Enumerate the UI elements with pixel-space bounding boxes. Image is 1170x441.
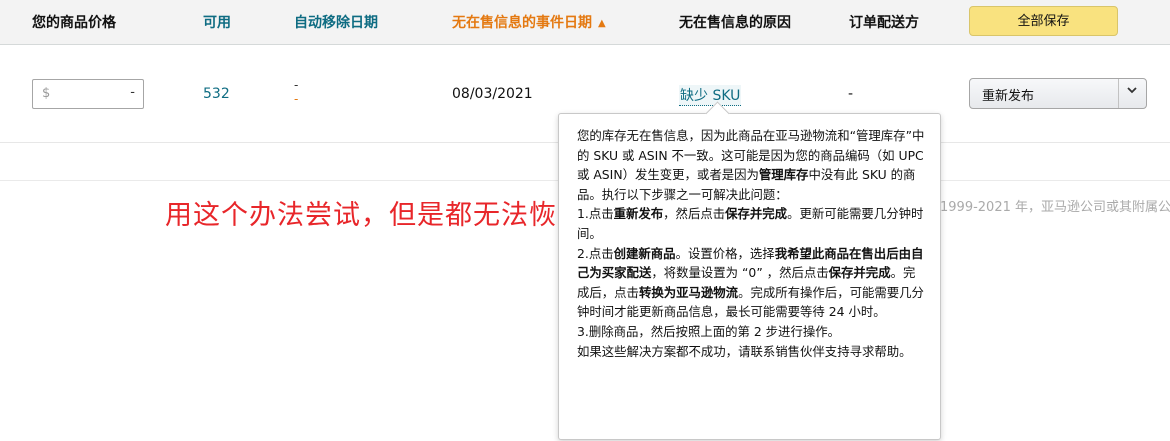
dropdown-divider bbox=[1118, 79, 1119, 108]
missing-sku-link[interactable]: 缺少 SKU bbox=[679, 85, 742, 106]
column-event-date[interactable]: 无在售信息的事件日期 ▲ bbox=[452, 12, 606, 32]
removal-date-secondary: - bbox=[294, 92, 299, 106]
column-removal-date[interactable]: 自动移除日期 bbox=[294, 12, 378, 32]
tooltip-step-3: 3.删除商品，然后按照上面的第 2 步进行操作。 bbox=[577, 323, 841, 339]
column-price: 您的商品价格 bbox=[32, 15, 116, 31]
removal-date: - - bbox=[294, 79, 304, 105]
column-event-date-label: 无在售信息的事件日期 bbox=[452, 15, 592, 31]
save-all-button[interactable]: 全部保存 bbox=[969, 6, 1118, 36]
relist-action-label: 重新发布 bbox=[982, 89, 1035, 104]
sort-ascending-icon: ▲ bbox=[598, 18, 606, 29]
column-available[interactable]: 可用 bbox=[203, 12, 231, 32]
price-value: - bbox=[130, 85, 135, 100]
removal-date-value: - bbox=[294, 78, 299, 92]
chevron-down-icon[interactable] bbox=[1126, 84, 1138, 100]
relist-action-dropdown[interactable]: 重新发布 bbox=[969, 78, 1147, 109]
fulfillment-value: - bbox=[848, 86, 854, 102]
tooltip-intro: 您的库存无在售信息，因为此商品在亚马逊物流和“管理库存”中的 SKU 或 ASI… bbox=[577, 128, 925, 202]
price-input[interactable]: $ - bbox=[32, 79, 144, 109]
event-date: 08/03/2021 bbox=[452, 86, 533, 102]
currency-symbol: $ bbox=[42, 86, 51, 101]
user-annotation: 用这个办法尝试，但是都无法恢复 bbox=[165, 200, 585, 231]
missing-sku-tooltip: 您的库存无在售信息，因为此商品在亚马逊物流和“管理库存”中的 SKU 或 ASI… bbox=[558, 101, 941, 440]
column-reason: 无在售信息的原因 bbox=[679, 15, 791, 31]
available-quantity[interactable]: 532 bbox=[203, 86, 230, 102]
tooltip-outro: 如果这些解决方案都不成功，请联系销售伙伴支持寻求帮助。 bbox=[577, 343, 912, 359]
tooltip-step-2: 2.点击创建新商品。设置价格，选择我希望此商品在售出后由自己为买家配送，将数量设… bbox=[577, 245, 924, 320]
column-fulfillment: 订单配送方 bbox=[849, 15, 919, 31]
copyright-text: 1999-2021 年，亚马逊公司或其附属公司 bbox=[940, 200, 1170, 215]
table-header: 您的商品价格 可用 自动移除日期 无在售信息的事件日期 ▲ 无在售信息的原因 订单… bbox=[0, 0, 1170, 45]
tooltip-step-1: 1.点击重新发布，然后点击保存并完成。更新可能需要几分钟时间。 bbox=[577, 206, 924, 241]
